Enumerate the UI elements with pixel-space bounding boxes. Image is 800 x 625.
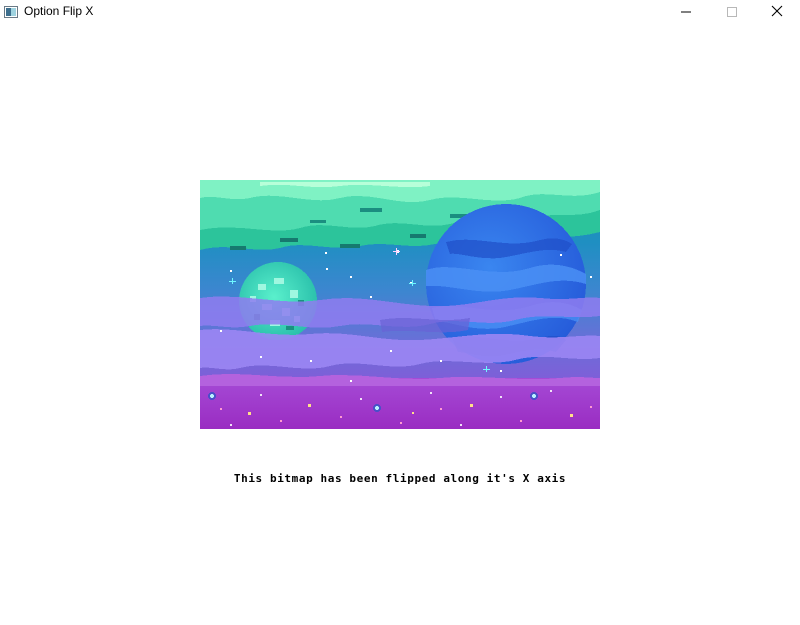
flipped-bitmap (200, 180, 600, 429)
close-icon (771, 5, 783, 17)
minimize-icon (681, 11, 691, 13)
app-window: Option Flip X This bitmap has been flipp… (0, 0, 800, 625)
maximize-icon (727, 7, 737, 17)
bitmap-caption: This bitmap has been flipped along it's … (233, 472, 567, 485)
window-title: Option Flip X (24, 4, 94, 18)
app-icon (4, 5, 18, 18)
close-button[interactable] (754, 0, 800, 23)
space-scene-image (200, 180, 600, 429)
maximize-button[interactable] (709, 0, 755, 23)
title-bar[interactable]: Option Flip X (0, 0, 800, 23)
minimize-button[interactable] (663, 0, 709, 23)
client-area: This bitmap has been flipped along it's … (0, 23, 800, 625)
